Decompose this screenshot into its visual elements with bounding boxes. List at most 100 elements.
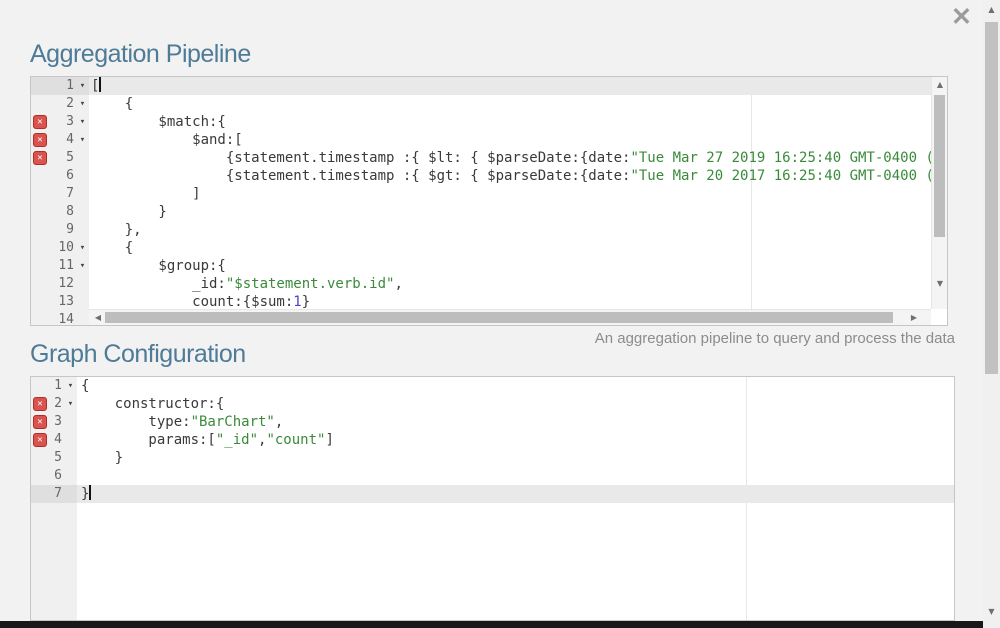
code-token: { <box>81 378 89 394</box>
string-token: "BarChart" <box>191 414 275 430</box>
error-marker-icon[interactable]: ✕ <box>33 133 47 147</box>
code-line[interactable]: params:["_id","count"] <box>77 431 954 449</box>
graph-configuration-editor[interactable]: 1▾✕2▾✕3✕4567 { constructor:{ type:"BarCh… <box>30 376 955 621</box>
gutter-cell: 7 <box>31 185 89 203</box>
fold-arrow-icon[interactable]: ▾ <box>76 113 89 131</box>
code-line[interactable]: ] <box>89 185 931 203</box>
scroll-up-icon[interactable]: ▲ <box>932 77 948 93</box>
gutter-cell: 12 <box>31 275 89 293</box>
code-line[interactable]: {statement.timestamp :{ $lt: { $parseDat… <box>89 149 931 167</box>
scroll-down-icon[interactable]: ▼ <box>932 276 948 292</box>
text-cursor <box>99 77 101 92</box>
code-line[interactable]: } <box>77 485 954 503</box>
line-number: 12 <box>31 275 76 293</box>
code-token: } <box>81 486 89 502</box>
code-line[interactable]: { <box>89 239 931 257</box>
code-line[interactable]: $match:{ <box>89 113 931 131</box>
fold-arrow-icon[interactable]: ▾ <box>64 377 77 395</box>
scroll-left-icon[interactable]: ◀ <box>91 310 105 326</box>
graph-editor-code-area[interactable]: { constructor:{ type:"BarChart", params:… <box>77 377 954 620</box>
code-line[interactable]: _id:"$statement.verb.id", <box>89 275 931 293</box>
code-token: } <box>302 294 310 310</box>
code-line[interactable]: $group:{ <box>89 257 931 275</box>
code-token: params:[ <box>81 432 216 448</box>
code-token: , <box>275 414 283 430</box>
line-number: 11 <box>31 257 76 275</box>
page-scrollbar-thumb[interactable] <box>985 22 998 374</box>
string-token: "Tue Mar 20 2017 16:25:40 GMT-0400 (Ea <box>630 168 931 184</box>
code-token: { <box>91 96 133 112</box>
fold-arrow-icon[interactable]: ▾ <box>76 77 89 95</box>
gutter-cell: 6 <box>31 167 89 185</box>
fold-arrow-icon[interactable]: ▾ <box>76 131 89 149</box>
code-token: } <box>81 450 123 466</box>
line-number: 9 <box>31 221 76 239</box>
code-token: count:{$sum: <box>91 294 293 310</box>
line-number: 8 <box>31 203 76 221</box>
code-line[interactable]: constructor:{ <box>77 395 954 413</box>
code-token: ] <box>91 186 201 202</box>
gutter-cell: ✕5 <box>31 149 89 167</box>
code-token: ] <box>325 432 333 448</box>
code-line[interactable]: { <box>89 95 931 113</box>
code-line[interactable]: } <box>89 203 931 221</box>
fold-arrow-icon[interactable]: ▾ <box>76 95 89 113</box>
pipeline-editor-vertical-scrollbar[interactable]: ▲ ▼ <box>931 77 947 309</box>
pipeline-section-title: Aggregation Pipeline <box>30 40 251 69</box>
code-line[interactable]: } <box>77 449 954 467</box>
line-number: 14 <box>31 311 76 326</box>
horizontal-scrollbar-thumb[interactable] <box>105 312 893 323</box>
line-number: 5 <box>31 449 64 467</box>
string-token: "count" <box>266 432 325 448</box>
code-token: _id: <box>91 276 226 292</box>
line-number: 2 <box>31 95 76 113</box>
scroll-down-icon[interactable]: ▼ <box>983 604 1000 620</box>
code-line[interactable]: $and:[ <box>89 131 931 149</box>
scroll-right-icon[interactable]: ▶ <box>907 310 921 326</box>
error-marker-icon[interactable]: ✕ <box>33 433 47 447</box>
gutter-cell: ✕3▾ <box>31 113 89 131</box>
code-line[interactable]: type:"BarChart", <box>77 413 954 431</box>
code-token: {statement.timestamp :{ $gt: { $parseDat… <box>91 168 630 184</box>
code-token: [ <box>91 78 99 94</box>
gutter-cell: 6 <box>31 467 77 485</box>
fold-arrow-icon[interactable]: ▾ <box>64 395 77 413</box>
close-icon[interactable]: ✕ <box>951 2 972 32</box>
code-line[interactable]: { <box>77 377 954 395</box>
scroll-up-icon[interactable]: ▲ <box>983 2 1000 18</box>
gutter-cell: 11▾ <box>31 257 89 275</box>
line-number: 7 <box>31 185 76 203</box>
code-token: } <box>91 204 167 220</box>
bottom-edge-bar <box>0 621 983 628</box>
fold-arrow-icon[interactable]: ▾ <box>76 257 89 275</box>
code-line[interactable]: }, <box>89 221 931 239</box>
graph-editor-gutter: 1▾✕2▾✕3✕4567 <box>31 377 77 620</box>
gutter-cell: ✕4▾ <box>31 131 89 149</box>
gutter-cell: 9 <box>31 221 89 239</box>
number-token: 1 <box>293 294 301 310</box>
pipeline-editor-horizontal-scrollbar[interactable]: ◀ ▶ <box>89 309 931 325</box>
error-marker-icon[interactable]: ✕ <box>33 151 47 165</box>
aggregation-pipeline-editor[interactable]: 1▾2▾✕3▾✕4▾✕5678910▾11▾121314 [ { $match:… <box>30 76 948 326</box>
gutter-cell: ✕3 <box>31 413 77 431</box>
string-token: "$statement.verb.id" <box>226 276 395 292</box>
pipeline-editor-code-area[interactable]: [ { $match:{ $and:[ {statement.timestamp… <box>89 77 931 325</box>
error-marker-icon[interactable]: ✕ <box>33 415 47 429</box>
code-line[interactable]: {statement.timestamp :{ $gt: { $parseDat… <box>89 167 931 185</box>
pipeline-editor-gutter: 1▾2▾✕3▾✕4▾✕5678910▾11▾121314 <box>31 77 89 325</box>
gutter-cell: 14 <box>31 311 89 326</box>
fold-arrow-icon[interactable]: ▾ <box>76 239 89 257</box>
code-line[interactable] <box>77 467 954 485</box>
code-token: }, <box>91 222 142 238</box>
line-number: 13 <box>31 293 76 311</box>
error-marker-icon[interactable]: ✕ <box>33 397 47 411</box>
graph-section-title: Graph Configuration <box>30 340 246 369</box>
error-marker-icon[interactable]: ✕ <box>33 115 47 129</box>
code-line[interactable]: [ <box>89 77 931 95</box>
page-vertical-scrollbar[interactable]: ▲ ▼ <box>983 0 1000 628</box>
vertical-scrollbar-thumb[interactable] <box>934 95 945 237</box>
code-token: $and:[ <box>91 132 243 148</box>
gutter-cell: ✕2▾ <box>31 395 77 413</box>
code-token: type: <box>81 414 191 430</box>
string-token: "Tue Mar 27 2019 16:25:40 GMT-0400 (Ea <box>630 150 931 166</box>
